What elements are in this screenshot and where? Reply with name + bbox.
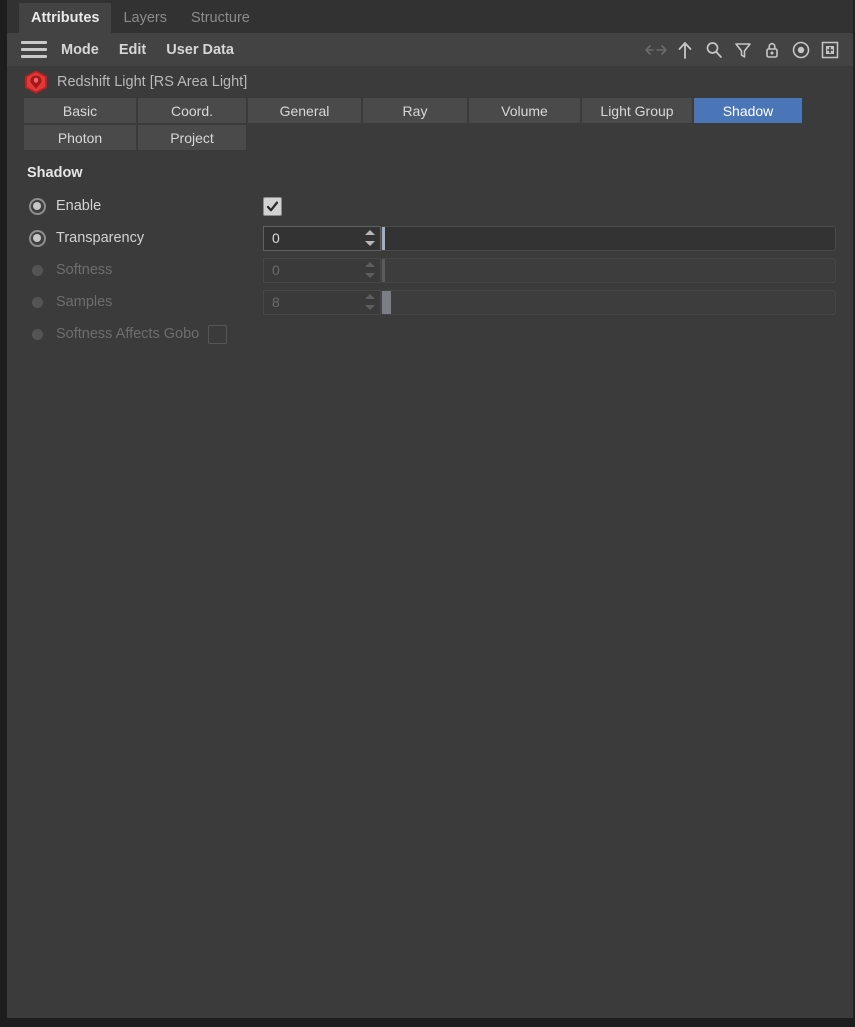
slider-thumb-transparency[interactable]	[382, 226, 385, 250]
tab-ray[interactable]: Ray	[363, 98, 467, 123]
row-samples: Samples 8	[27, 286, 853, 318]
label-softness-affects-gobo: Softness Affects Gobo	[56, 326, 200, 342]
value-samples: 8	[272, 294, 280, 310]
panel-tab-attributes[interactable]: Attributes	[19, 3, 112, 33]
slider-thumb-samples[interactable]	[382, 290, 391, 314]
target-icon[interactable]	[788, 37, 814, 63]
attribute-tab-row-1: Basic Coord. General Ray Volume Light Gr…	[24, 98, 853, 123]
value-transparency: 0	[272, 230, 280, 246]
up-arrow-icon[interactable]	[672, 37, 698, 63]
animation-bullet-enable[interactable]	[27, 196, 47, 216]
filter-icon[interactable]	[730, 37, 756, 63]
row-softness-affects-gobo: Softness Affects Gobo	[27, 318, 853, 350]
attribute-tab-group: Basic Coord. General Ray Volume Light Gr…	[7, 98, 853, 150]
hamburger-menu-icon[interactable]	[21, 41, 47, 58]
panel-tab-layers[interactable]: Layers	[111, 3, 179, 33]
panel-tab-structure[interactable]: Structure	[179, 3, 262, 33]
redshift-light-icon	[25, 70, 47, 94]
row-transparency: Transparency 0	[27, 222, 853, 254]
hamburger-line	[21, 41, 47, 44]
tab-volume[interactable]: Volume	[469, 98, 580, 123]
spinner-softness[interactable]	[364, 262, 375, 278]
menu-item-edit[interactable]: Edit	[119, 42, 146, 58]
value-softness: 0	[272, 262, 280, 278]
slider-thumb-softness[interactable]	[382, 258, 385, 282]
label-softness: Softness	[56, 262, 113, 278]
tab-photon[interactable]: Photon	[24, 125, 136, 150]
spinner-samples[interactable]	[364, 294, 375, 310]
back-arrow-icon[interactable]	[643, 37, 669, 63]
tab-project[interactable]: Project	[138, 125, 246, 150]
slider-softness[interactable]	[381, 257, 836, 283]
add-to-box-icon[interactable]	[817, 37, 843, 63]
tab-general[interactable]: General	[248, 98, 361, 123]
label-enable: Enable	[56, 198, 102, 214]
menu-bar: Mode Edit User Data	[7, 33, 853, 66]
slider-samples[interactable]	[381, 289, 836, 315]
spinner-transparency[interactable]	[364, 230, 375, 246]
animation-bullet-samples[interactable]	[27, 292, 47, 312]
hamburger-line	[21, 48, 47, 51]
animation-bullet-transparency[interactable]	[27, 228, 47, 248]
row-softness: Softness 0	[27, 254, 853, 286]
animation-bullet-softness[interactable]	[27, 260, 47, 280]
tab-shadow[interactable]: Shadow	[694, 98, 802, 123]
checkbox-enable[interactable]	[263, 196, 282, 216]
attribute-manager-panel: Attributes Layers Structure Mode Edit Us…	[0, 0, 855, 1027]
input-samples[interactable]: 8	[263, 289, 381, 315]
panel-tab-bar: Attributes Layers Structure	[7, 0, 853, 33]
shadow-section: Shadow Enable Transparency 0 Softness 0 …	[7, 152, 853, 350]
checkmark-icon	[266, 200, 279, 211]
lock-icon[interactable]	[759, 37, 785, 63]
label-transparency: Transparency	[56, 230, 145, 246]
menu-item-mode[interactable]: Mode	[61, 42, 99, 58]
row-enable: Enable	[27, 190, 853, 222]
object-title: Redshift Light [RS Area Light]	[57, 74, 248, 90]
attribute-tab-row-2: Photon Project	[24, 125, 853, 150]
tab-coord[interactable]: Coord.	[138, 98, 246, 123]
search-icon[interactable]	[701, 37, 727, 63]
hamburger-line	[21, 55, 47, 58]
section-title-shadow: Shadow	[27, 165, 83, 181]
tab-basic[interactable]: Basic	[24, 98, 136, 123]
slider-transparency[interactable]	[381, 225, 836, 251]
checkbox-softness-affects-gobo[interactable]	[208, 324, 228, 344]
label-samples: Samples	[56, 294, 113, 310]
toolbar-icons	[643, 33, 843, 66]
input-transparency[interactable]: 0	[263, 225, 381, 251]
tab-light-group[interactable]: Light Group	[582, 98, 692, 123]
object-header: Redshift Light [RS Area Light]	[7, 66, 853, 98]
input-softness[interactable]: 0	[263, 257, 381, 283]
animation-bullet-softness-affects-gobo[interactable]	[27, 324, 47, 344]
menu-item-user-data[interactable]: User Data	[166, 42, 234, 58]
